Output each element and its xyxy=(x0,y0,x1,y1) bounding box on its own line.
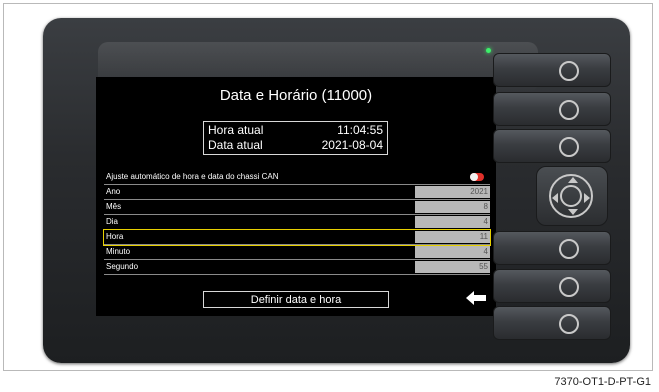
ring-icon xyxy=(559,277,579,297)
status-led xyxy=(486,48,491,53)
field-row-dia[interactable]: Dia 4 xyxy=(104,215,490,230)
ring-icon xyxy=(559,239,579,259)
field-label: Dia xyxy=(106,217,119,226)
field-label: Mês xyxy=(106,202,122,211)
current-date-row: Data atual 2021-08-04 xyxy=(208,138,383,154)
auto-sync-toggle[interactable] xyxy=(470,173,484,181)
field-label: Hora xyxy=(106,232,124,241)
soft-key-5[interactable] xyxy=(493,269,611,303)
field-row-ano[interactable]: Ano 2021 xyxy=(104,185,490,200)
current-time-row: Hora atual 11:04:55 xyxy=(208,123,383,139)
arrow-right-icon[interactable] xyxy=(584,193,590,203)
field-value[interactable]: 2021 xyxy=(415,186,490,198)
ring-icon xyxy=(559,61,579,81)
field-row-mes[interactable]: Mês 8 xyxy=(104,200,490,215)
auto-sync-row[interactable]: Ajuste automático de hora e data do chas… xyxy=(104,170,490,185)
current-time-value: 11:04:55 xyxy=(337,123,383,137)
soft-key-3[interactable] xyxy=(493,129,611,163)
field-row-hora[interactable]: Hora 11 xyxy=(103,229,491,246)
arrow-down-icon[interactable] xyxy=(568,209,578,215)
set-datetime-button[interactable]: Definir data e hora xyxy=(203,291,389,308)
ring-icon xyxy=(559,314,579,334)
field-label: Segundo xyxy=(106,262,139,271)
soft-key-1[interactable] xyxy=(493,53,611,87)
arrow-up-icon[interactable] xyxy=(568,177,578,183)
soft-key-6[interactable] xyxy=(493,306,611,340)
figure-id: 7370-OT1-D-PT-G1 xyxy=(554,376,651,388)
current-date-label: Data atual xyxy=(208,138,263,152)
lcd-screen: Data e Horário (11000) Hora atual 11:04:… xyxy=(96,77,496,316)
field-value[interactable]: 55 xyxy=(415,261,490,273)
field-value[interactable]: 11 xyxy=(415,231,490,243)
field-value[interactable]: 4 xyxy=(415,246,490,258)
dpad-center-button[interactable] xyxy=(560,185,582,207)
ring-icon xyxy=(559,137,579,157)
field-label: Ano xyxy=(106,187,121,196)
soft-key-2[interactable] xyxy=(493,92,611,126)
arrow-left-nav-icon[interactable] xyxy=(552,193,558,203)
ring-icon xyxy=(559,100,579,120)
field-value[interactable]: 8 xyxy=(415,201,490,213)
datetime-settings-list: Ajuste automático de hora e data do chas… xyxy=(103,170,491,275)
current-time-label: Hora atual xyxy=(208,123,264,137)
soft-key-4[interactable] xyxy=(493,231,611,265)
current-date-value: 2021-08-04 xyxy=(321,138,383,152)
field-value[interactable]: 4 xyxy=(415,216,490,228)
field-label: Minuto xyxy=(106,247,131,256)
field-row-minuto[interactable]: Minuto 4 xyxy=(104,245,490,260)
arrow-left-icon[interactable] xyxy=(466,291,486,305)
current-time-panel: Hora atual 11:04:55 Data atual 2021-08-0… xyxy=(203,121,388,155)
page-title: Data e Horário (11000) xyxy=(219,87,373,104)
auto-sync-label: Ajuste automático de hora e data do chas… xyxy=(106,172,279,181)
dpad-icon[interactable] xyxy=(549,174,593,218)
field-row-segundo[interactable]: Segundo 55 xyxy=(104,260,490,275)
